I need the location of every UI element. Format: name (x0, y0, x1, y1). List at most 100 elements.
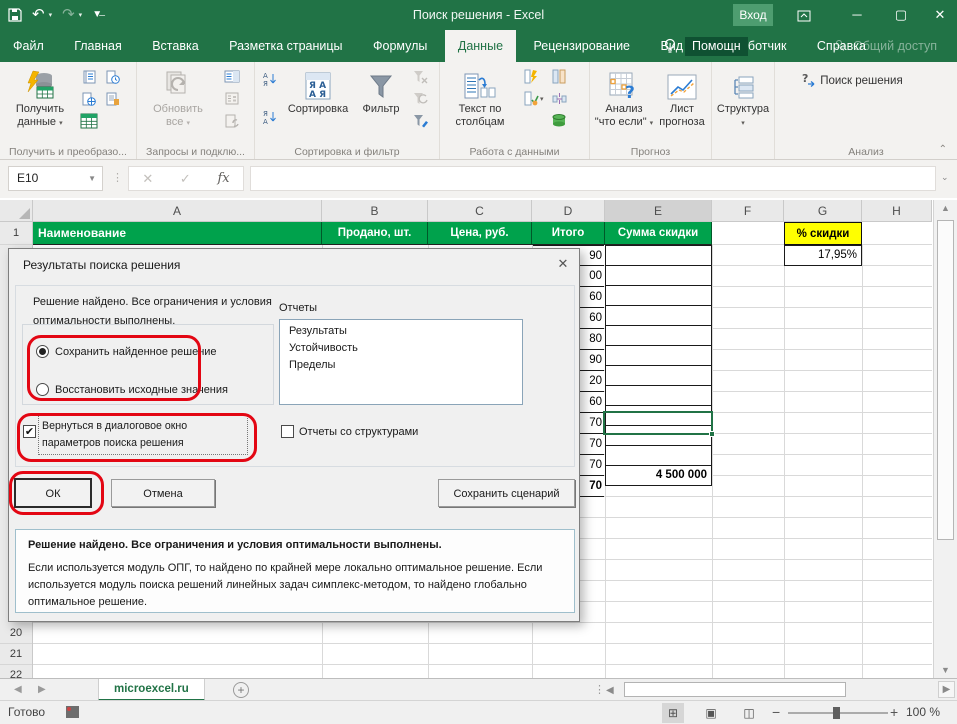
group-label[interactable]: Получить и преобразо... (0, 146, 136, 158)
radio-restore-values-label[interactable]: Восстановить исходные значения (55, 384, 228, 396)
radio-keep-solution[interactable] (36, 345, 49, 358)
dropdown-arrow-icon[interactable]: ▾ (540, 95, 544, 103)
tell-me-text[interactable]: Помощн (685, 37, 748, 56)
checkbox-outline-reports[interactable] (281, 425, 294, 438)
customize-qat-icon[interactable]: ▼̶ (92, 0, 102, 30)
tab-data[interactable]: Данные (445, 30, 516, 62)
what-if-button[interactable]: ? Анализ "что если" ▾ (594, 66, 654, 130)
undo-dropdown-icon[interactable]: ▾ (49, 11, 53, 19)
cell-e9[interactable] (605, 385, 712, 406)
group-label[interactable]: Запросы и подклю... (137, 146, 254, 158)
undo-icon[interactable]: ↶ (32, 0, 45, 30)
zoom-in-icon[interactable]: + (890, 701, 898, 724)
outline-button[interactable]: Структура▾ (714, 66, 772, 130)
sheet-tab-active[interactable]: microexcel.ru (98, 679, 205, 701)
recent-sources-icon[interactable] (104, 68, 122, 84)
clear-filter-icon[interactable] (411, 68, 429, 84)
fill-handle[interactable] (709, 431, 715, 437)
from-web-icon[interactable] (80, 90, 98, 106)
column-header-f[interactable]: F (712, 200, 784, 222)
data-validation-icon[interactable] (522, 90, 540, 106)
from-table-icon[interactable] (80, 112, 98, 128)
column-header-h[interactable]: H (862, 200, 932, 222)
zoom-out-icon[interactable]: − (772, 701, 780, 724)
hscroll-right-icon[interactable]: ▶ (938, 681, 955, 698)
vertical-scroll-thumb[interactable] (937, 220, 954, 540)
cell-e4[interactable] (605, 285, 712, 306)
tab-formulas[interactable]: Формулы (360, 30, 440, 62)
selected-cell-e10[interactable] (603, 411, 713, 435)
cancel-button[interactable]: Отмена (111, 479, 215, 507)
report-item-limits[interactable]: Пределы (289, 357, 522, 374)
cell-e5[interactable] (605, 305, 712, 326)
cell-g2[interactable]: 17,95% (784, 245, 862, 266)
cell-h1[interactable] (862, 222, 932, 245)
save-icon[interactable] (8, 0, 22, 30)
report-item-sensitivity[interactable]: Устойчивость (289, 340, 522, 357)
sheet-prev-icon[interactable]: ◀ (14, 679, 22, 701)
properties-icon[interactable] (223, 90, 241, 106)
macro-record-icon[interactable] (66, 706, 79, 718)
checkbox-return-label[interactable]: Вернуться в диалоговое окно параметров п… (38, 415, 248, 455)
filter-button[interactable]: Фильтр (355, 66, 407, 116)
cell-f1[interactable] (712, 222, 784, 245)
cell-e12[interactable] (605, 445, 712, 466)
existing-connections-icon[interactable] (104, 90, 122, 106)
redo-icon[interactable]: ↷ (62, 0, 75, 30)
scroll-down-icon[interactable]: ▼ (934, 662, 957, 678)
scroll-up-icon[interactable]: ▲ (934, 200, 957, 216)
vertical-scrollbar[interactable]: ▲ ▼ (933, 200, 957, 678)
cell-d1[interactable]: Итого (532, 222, 605, 245)
column-header-g[interactable]: G (784, 200, 862, 222)
view-page-layout-icon[interactable]: ▣ (700, 703, 722, 723)
radio-keep-solution-label[interactable]: Сохранить найденное решение (55, 346, 217, 358)
text-to-columns-button[interactable]: Текст по столбцам (446, 66, 514, 129)
view-page-break-icon[interactable]: ◫ (738, 703, 760, 723)
tab-home[interactable]: Главная (61, 30, 135, 62)
cell-e13[interactable]: 4 500 000 (605, 465, 712, 486)
cell-c1[interactable]: Цена, руб. (428, 222, 532, 245)
collapse-ribbon-icon[interactable]: ⌃ (939, 144, 947, 155)
ribbon-display-options-icon[interactable] (787, 0, 821, 30)
hscroll-left-icon[interactable]: ◀ (606, 685, 614, 696)
tab-review[interactable]: Рецензирование (520, 30, 643, 62)
zoom-level[interactable]: 100 % (906, 701, 940, 724)
group-label[interactable]: Анализ (775, 146, 957, 158)
close-button[interactable]: ✕ (923, 0, 957, 30)
share-control[interactable]: Общий доступ (833, 30, 937, 62)
radio-restore-values[interactable] (36, 383, 49, 396)
tell-me-box[interactable]: Помощн (663, 35, 748, 57)
cell-e2[interactable] (605, 245, 712, 266)
sheet-next-icon[interactable]: ▶ (38, 679, 46, 701)
minimize-button[interactable]: ─ (840, 0, 874, 30)
name-box[interactable]: E10 ▼ (8, 166, 103, 191)
checkbox-outline-label[interactable]: Отчеты со структурами (299, 426, 418, 438)
redo-dropdown-icon[interactable]: ▾ (79, 11, 83, 19)
column-header-c[interactable]: C (428, 200, 532, 222)
scrollbar-splitter[interactable]: ⋮ (594, 679, 605, 701)
forecast-sheet-button[interactable]: Лист прогноза (656, 66, 708, 129)
from-text-icon[interactable] (80, 68, 98, 84)
cell-e3[interactable] (605, 265, 712, 286)
cell-b1[interactable]: Продано, шт. (322, 222, 428, 245)
sort-ascending-icon[interactable]: АЯ (261, 70, 279, 86)
reapply-filter-icon[interactable] (411, 90, 429, 106)
tab-insert[interactable]: Вставка (139, 30, 211, 62)
cell-e8[interactable] (605, 365, 712, 386)
zoom-slider-thumb[interactable] (833, 707, 840, 719)
report-item-results[interactable]: Результаты (289, 323, 522, 340)
cell-e6[interactable] (605, 325, 712, 346)
row-header-20[interactable]: 20 (0, 623, 32, 644)
cell-a1[interactable]: Наименование (33, 222, 322, 245)
reports-listbox[interactable]: Результаты Устойчивость Пределы (279, 319, 523, 405)
view-normal-icon[interactable]: ⊞ (662, 703, 684, 723)
column-header-b[interactable]: B (322, 200, 428, 222)
tab-file[interactable]: Файл (0, 30, 57, 62)
edit-links-icon[interactable] (223, 112, 241, 128)
name-box-dropdown-icon[interactable]: ▼ (88, 167, 96, 190)
get-data-button[interactable]: Получить данные ▾ (8, 66, 72, 130)
cell-e7[interactable] (605, 345, 712, 366)
cell-e1[interactable]: Сумма скидки (605, 222, 712, 245)
maximize-button[interactable]: ▢ (884, 0, 918, 30)
column-header-d[interactable]: D (532, 200, 605, 222)
